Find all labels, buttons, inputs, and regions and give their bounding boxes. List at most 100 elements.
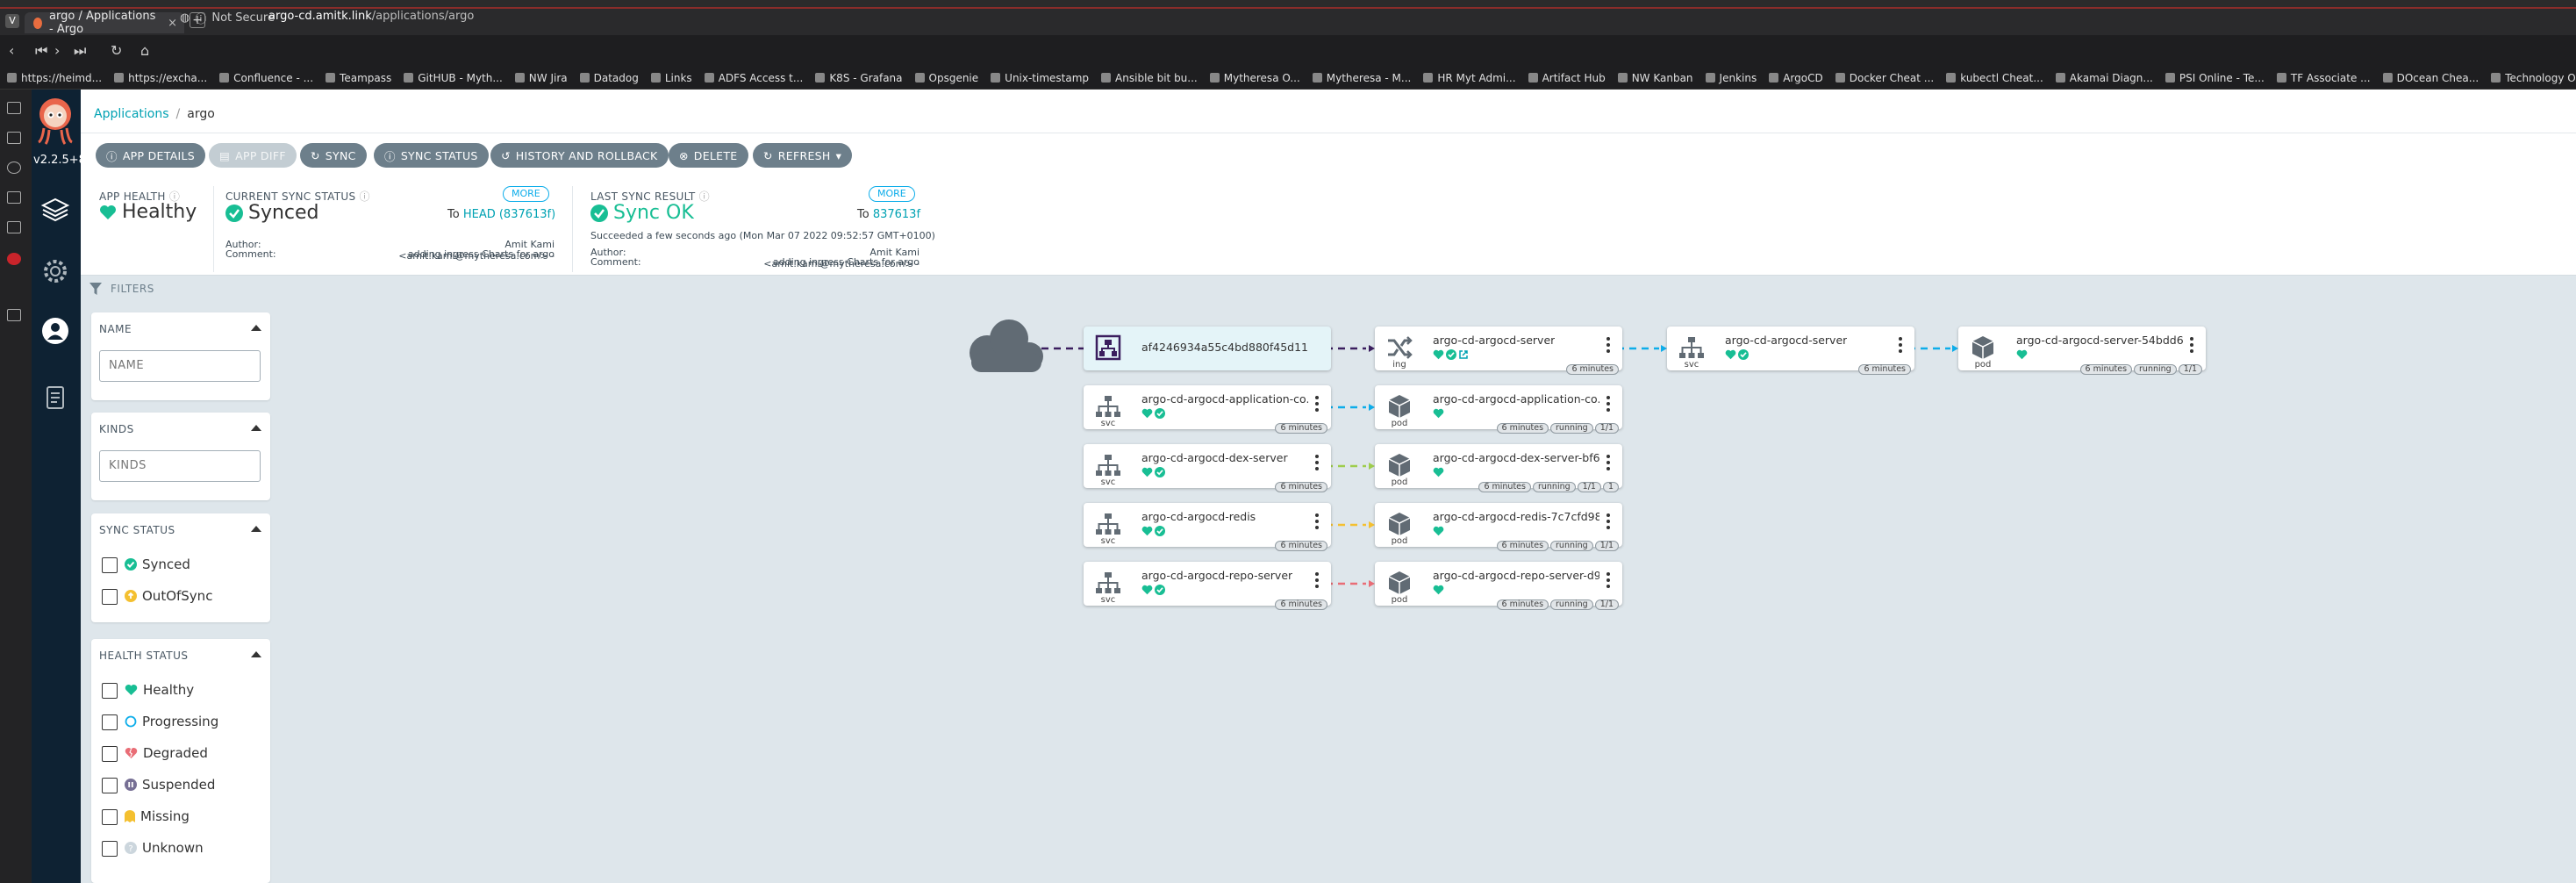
bookmark-item[interactable]: Ansible bit bu... [1101, 72, 1198, 84]
suspended-option[interactable]: Suspended [125, 777, 215, 793]
synced-checkbox[interactable] [102, 557, 118, 573]
node-menu-icon[interactable] [1315, 455, 1319, 472]
bookmark-item[interactable]: https://excha... [114, 72, 207, 84]
sync-status-button[interactable]: ⓘ SYNC STATUS [374, 143, 489, 168]
outofsync-option[interactable]: OutOfSync [125, 588, 212, 604]
progressing-checkbox[interactable] [102, 714, 118, 730]
bookmark-item[interactable]: PSI Online - Te... [2165, 72, 2265, 84]
last-revision-link[interactable]: 837613f [873, 208, 920, 221]
kinds-filter-input[interactable]: KINDS [99, 450, 261, 482]
browser-tab[interactable]: argo / Applications - Argo × [25, 10, 184, 36]
bookmark-item[interactable]: Technology O... [2491, 72, 2576, 84]
back-icon[interactable]: ‹ [9, 42, 14, 59]
notes-panel-icon[interactable] [7, 191, 21, 204]
refresh-button[interactable]: ↻ REFRESH ▾ [753, 143, 853, 168]
settings-gear-icon[interactable] [40, 256, 70, 286]
svc-node[interactable]: svc argo-cd-argocd-application-co... 6 min… [1084, 385, 1331, 434]
healthy-option[interactable]: Healthy [125, 682, 194, 698]
bookmark-item[interactable]: Opsgenie [914, 72, 978, 84]
breadcrumb-applications[interactable]: Applications [94, 107, 169, 121]
bookmark-item[interactable]: Mytheresa O... [1209, 72, 1300, 84]
bookmark-item[interactable]: HR Myt Admi... [1423, 72, 1516, 84]
app-diff-button[interactable]: ▤ APP DIFF [209, 143, 297, 168]
bookmark-item[interactable]: Docker Cheat ... [1835, 72, 1934, 84]
bookmark-item[interactable]: K8S - Grafana [815, 72, 903, 84]
forward-icon[interactable]: › [54, 42, 60, 59]
suspended-checkbox[interactable] [102, 778, 118, 793]
pod-node[interactable]: pod argo-cd-argocd-redis-7c7cfd98... 6 min… [1375, 503, 1622, 551]
missing-option[interactable]: Missing [125, 808, 190, 824]
bookmark-item[interactable]: ArgoCD [1769, 72, 1823, 84]
reload-icon[interactable]: ↻ [111, 42, 122, 59]
collapse-icon[interactable] [251, 526, 261, 532]
collapse-icon[interactable] [251, 425, 261, 431]
node-menu-icon[interactable] [1315, 396, 1319, 413]
node-menu-icon[interactable] [1606, 455, 1610, 472]
node-menu-icon[interactable] [1606, 513, 1610, 531]
synced-option[interactable]: Synced [125, 556, 190, 572]
bookmark-item[interactable]: Unix-timestamp [991, 72, 1089, 84]
pod-node[interactable]: pod argo-cd-argocd-server-54bdd6... 6 minu… [1958, 327, 2206, 375]
name-filter-input[interactable]: NAME [99, 350, 261, 382]
svc-node[interactable]: svc argo-cd-argocd-redis 6 minutes [1084, 503, 1331, 551]
fastforward-icon[interactable]: ⏭ [74, 42, 86, 60]
node-menu-icon[interactable] [2190, 337, 2193, 355]
degraded-checkbox[interactable] [102, 746, 118, 762]
pod-node[interactable]: pod argo-cd-argocd-application-co... 6 min… [1375, 385, 1622, 434]
applications-layers-icon[interactable] [40, 195, 70, 225]
pod-node[interactable]: pod argo-cd-argocd-repo-server-d9... 6 min… [1375, 562, 1622, 610]
argo-logo-icon[interactable] [35, 97, 75, 145]
bookmark-item[interactable]: Jenkins [1705, 72, 1757, 84]
missing-checkbox[interactable] [102, 809, 118, 825]
bookmark-item[interactable]: Artifact Hub [1528, 72, 1606, 84]
filters-header[interactable]: FILTERS [89, 283, 154, 295]
bookmark-item[interactable]: Datadog [579, 72, 639, 84]
sync-more-button[interactable]: MORE [503, 186, 549, 202]
node-menu-icon[interactable] [1606, 572, 1610, 590]
bookmark-item[interactable]: https://heimd... [7, 72, 102, 84]
node-menu-icon[interactable] [1315, 513, 1319, 531]
node-menu-icon[interactable] [1606, 396, 1610, 413]
bookmark-item[interactable]: Confluence - ... [219, 72, 313, 84]
documentation-icon[interactable] [40, 383, 70, 413]
bookmark-panel-icon[interactable] [7, 102, 21, 114]
delete-button[interactable]: ⊗ DELETE [669, 143, 748, 168]
bookmark-item[interactable]: NW Kanban [1617, 72, 1693, 84]
outofsync-checkbox[interactable] [102, 589, 118, 605]
downloads-panel-icon[interactable] [7, 132, 21, 144]
node-menu-icon[interactable] [1899, 337, 1902, 355]
window-panel-icon[interactable] [7, 221, 21, 233]
external-link-icon[interactable] [1458, 349, 1469, 360]
rewind-icon[interactable]: ⏮ [35, 42, 47, 60]
node-menu-icon[interactable] [1606, 337, 1610, 355]
unknown-option[interactable]: ? Unknown [125, 840, 204, 856]
progressing-option[interactable]: Progressing [125, 714, 218, 729]
svc-node[interactable]: svc argo-cd-argocd-dex-server 6 minutes [1084, 444, 1331, 492]
browser-menu-icon[interactable]: V [5, 14, 19, 28]
bookmark-item[interactable]: GitHUB - Myth... [404, 72, 503, 84]
degraded-option[interactable]: Degraded [125, 745, 208, 761]
healthy-checkbox[interactable] [102, 683, 118, 699]
add-panel-icon[interactable] [7, 309, 21, 321]
url-input[interactable]: argo-cd.amitk.link/applications/argo [268, 10, 474, 23]
history-panel-icon[interactable] [7, 162, 21, 174]
collapse-icon[interactable] [251, 325, 261, 331]
unknown-checkbox[interactable] [102, 841, 118, 857]
bookmark-item[interactable]: Teampass [326, 72, 391, 84]
bookmark-item[interactable]: Links [650, 72, 692, 84]
history-rollback-button[interactable]: ↺ HISTORY AND ROLLBACK [490, 143, 669, 168]
svc-node[interactable]: svc argo-cd-argocd-server 6 minutes [1667, 327, 1914, 375]
pod-node[interactable]: pod argo-cd-argocd-dex-server-bf6... 6 min… [1375, 444, 1622, 492]
user-info-icon[interactable] [40, 316, 70, 346]
bookmark-item[interactable]: TF Associate ... [2276, 72, 2371, 84]
ing-node[interactable]: ing argo-cd-argocd-server 6 minutes [1375, 327, 1622, 375]
home-icon[interactable]: ⌂ [140, 42, 149, 59]
bookmark-item[interactable]: DOcean Chea... [2382, 72, 2479, 84]
sync-button[interactable]: ↻ SYNC [300, 143, 367, 168]
svc-node[interactable]: svc argo-cd-argocd-repo-server 6 minutes [1084, 562, 1331, 610]
load-balancer-node[interactable]: af4246934a55c4bd880f45d11... [1084, 327, 1331, 370]
sync-revision-link[interactable]: HEAD (837613f) [463, 208, 555, 221]
bookmark-item[interactable]: Mytheresa - M... [1312, 72, 1411, 84]
bookmark-item[interactable]: kubectl Cheat... [1946, 72, 2043, 84]
app-details-button[interactable]: ⓘ APP DETAILS [96, 143, 206, 168]
